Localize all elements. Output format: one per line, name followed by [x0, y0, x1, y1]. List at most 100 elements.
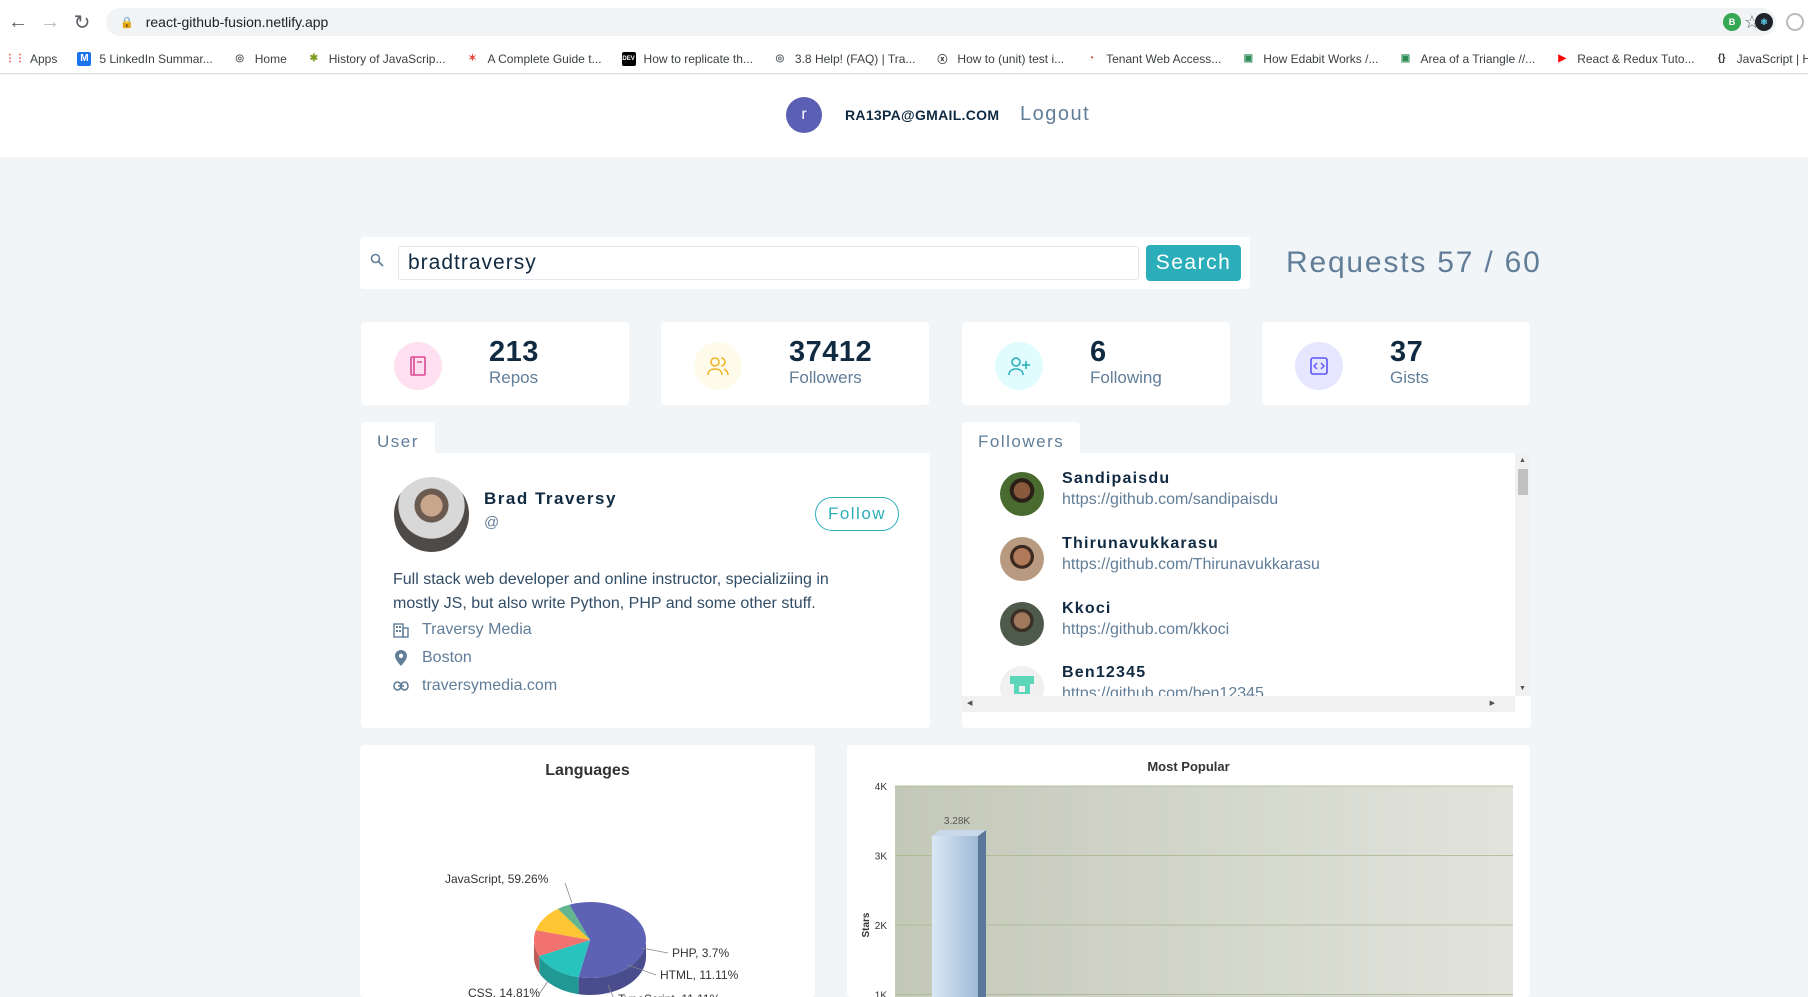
followers-horizontal-scrollbar[interactable]: ◀ ▶	[962, 696, 1515, 712]
extension-icon[interactable]	[1786, 13, 1804, 31]
bookmark-label: 5 LinkedIn Summar...	[99, 51, 213, 66]
search-button[interactable]: Search	[1146, 245, 1241, 281]
bookmark-item[interactable]: M 5 LinkedIn Summar...	[77, 51, 213, 66]
users-icon	[694, 342, 742, 390]
bookmark-item[interactable]: {} JavaScript | Hello W	[1715, 52, 1808, 66]
user-name: Brad Traversy	[484, 489, 617, 508]
user-card: Brad Traversy @ Follow Full stack web de…	[361, 453, 930, 728]
book-icon	[394, 342, 442, 390]
pie-label: JavaScript, 59.26%	[445, 872, 549, 886]
follower-name: Thirunavukkarasu	[1062, 535, 1220, 552]
bookmark-item[interactable]: ▣ Area of a Triangle //...	[1398, 52, 1535, 66]
bookmark-item[interactable]: ✱ History of JavaScrip...	[307, 52, 446, 66]
followers-card: Sandipaisdu https://github.com/sandipais…	[962, 453, 1531, 728]
user-email: RA13PA@GMAIL.COM	[845, 107, 1000, 123]
logout-button[interactable]: Logout	[1020, 103, 1090, 126]
following-count: 6	[1090, 336, 1107, 368]
bookmark-item[interactable]: ▶ React & Redux Tuto...	[1555, 52, 1694, 66]
bookmark-item[interactable]: ⋮⋮ Apps	[5, 51, 58, 66]
follower-avatar	[1000, 602, 1044, 646]
followers-label: Followers	[789, 368, 862, 387]
blog-row[interactable]: traversymedia.com	[393, 677, 557, 695]
bookmark-label: Apps	[30, 51, 58, 66]
bar-value-label: 3.28K	[944, 816, 970, 827]
gists-count: 37	[1390, 336, 1424, 368]
languages-chart-card: Languages JavaScript, 59.26% PHP, 3.7% HTM…	[360, 745, 815, 997]
gists-card: 37 Gists	[1262, 322, 1530, 405]
y-tick-label: 4K	[875, 782, 888, 793]
pie-label: HTML, 11.11%	[660, 968, 739, 982]
follower-url[interactable]: https://github.com/sandipaisdu	[1062, 491, 1278, 509]
pie-label-connector	[564, 882, 573, 904]
followers-vertical-scrollbar[interactable]: ▲ ▼	[1515, 453, 1531, 696]
apps-grid-icon: ⋮⋮	[5, 53, 25, 64]
asterisk-icon: ✶	[468, 53, 477, 64]
follower-name: Kkoci	[1062, 600, 1112, 617]
bookmark-label: How to (unit) test i...	[957, 51, 1065, 66]
bookmark-item[interactable]: ◔ Tenant Web Access...	[1084, 52, 1221, 66]
tenant-icon: ◔	[1088, 53, 1095, 64]
scroll-right-arrow-icon[interactable]: ▶	[1490, 699, 1495, 707]
react-devtools-icon[interactable]: ⚛	[1755, 13, 1773, 31]
most-popular-chart-card: Most Popular 1K 2K 3K 4K Stars 3.28K	[847, 745, 1530, 997]
bookmark-item[interactable]: ◎ Home	[233, 51, 287, 66]
scroll-thumb[interactable]	[1518, 469, 1528, 495]
forward-icon[interactable]: →	[34, 0, 66, 44]
follower-url[interactable]: https://github.com/Thirunavukkarasu	[1062, 556, 1320, 574]
scroll-left-arrow-icon[interactable]: ◀	[967, 699, 972, 707]
plot-area	[895, 786, 1513, 997]
bookmark-label: How Edabit Works /...	[1263, 51, 1379, 66]
repos-label: Repos	[489, 368, 539, 387]
follower-url[interactable]: https://github.com/ben12345	[1062, 685, 1264, 696]
most-popular-bar-chart: 1K 2K 3K 4K Stars 3.28K	[861, 782, 1513, 997]
following-card: 6 Following	[962, 322, 1230, 405]
dev-icon: DEV	[621, 51, 636, 66]
followers-count: 37412	[789, 336, 873, 368]
bookmark-item[interactable]: ✶ A Complete Guide t...	[465, 52, 601, 66]
extension-icon[interactable]: B	[1723, 13, 1741, 31]
globe-icon: ◎	[775, 53, 785, 64]
link-icon	[393, 681, 409, 691]
code-icon	[1295, 342, 1343, 390]
bar-top	[932, 830, 986, 837]
bookmark-label: 3.8 Help! (FAQ) | Tra...	[794, 51, 916, 66]
user-plus-icon	[995, 342, 1043, 390]
bookmark-item[interactable]: ⓧ How to (unit) test i...	[935, 51, 1065, 67]
braces-icon: {}	[1717, 53, 1726, 64]
followers-list[interactable]: Sandipaisdu https://github.com/sandipais…	[962, 453, 1515, 696]
pie-label-connector	[539, 980, 549, 994]
edabit-icon: ▣	[1400, 53, 1411, 64]
pie-label: PHP, 3.7%	[672, 946, 729, 960]
avatar: r	[786, 97, 822, 133]
bookmark-label: Home	[254, 51, 287, 66]
scroll-up-arrow-icon[interactable]: ▲	[1519, 457, 1526, 464]
requests-counter: Requests 57 / 60	[1286, 246, 1542, 279]
pie-label: CSS, 14.81%	[468, 986, 540, 997]
search-input[interactable]	[398, 246, 1139, 280]
bookmark-item[interactable]: ▣ How Edabit Works /...	[1241, 51, 1379, 66]
bar[interactable]	[932, 836, 978, 997]
bar-side	[978, 830, 986, 997]
y-tick-label: 3K	[875, 852, 888, 863]
circle-x-icon: ⓧ	[937, 55, 948, 66]
building-icon	[393, 622, 409, 638]
lock-icon: 🔒	[120, 16, 134, 29]
address-bar[interactable]: 🔒 react-github-fusion.netlify.app ☆	[106, 8, 1776, 36]
app-header: r RA13PA@GMAIL.COM Logout	[0, 75, 1808, 157]
follow-button[interactable]: Follow	[815, 497, 899, 531]
scroll-down-arrow-icon[interactable]: ▼	[1519, 685, 1526, 692]
bookmark-label: JavaScript | Hello W	[1736, 51, 1808, 66]
follower-url[interactable]: https://github.com/kkoci	[1062, 621, 1229, 639]
user-tab-label: User	[361, 422, 435, 454]
reload-icon[interactable]: ↻	[66, 0, 98, 44]
search-form: Search	[360, 237, 1250, 289]
bookmark-item[interactable]: ◎ 3.8 Help! (FAQ) | Tra...	[773, 52, 916, 66]
url-text: react-github-fusion.netlify.app	[145, 14, 329, 30]
user-blog-link[interactable]: traversymedia.com	[422, 677, 557, 695]
follower-name: Ben12345	[1062, 664, 1147, 681]
y-tick-label: 2K	[875, 921, 888, 932]
bookmark-label: Tenant Web Access...	[1106, 51, 1222, 66]
javascript-bug-icon: ✱	[309, 53, 318, 64]
bookmark-item[interactable]: DEV How to replicate th...	[621, 51, 753, 66]
back-icon[interactable]: ←	[2, 0, 34, 44]
